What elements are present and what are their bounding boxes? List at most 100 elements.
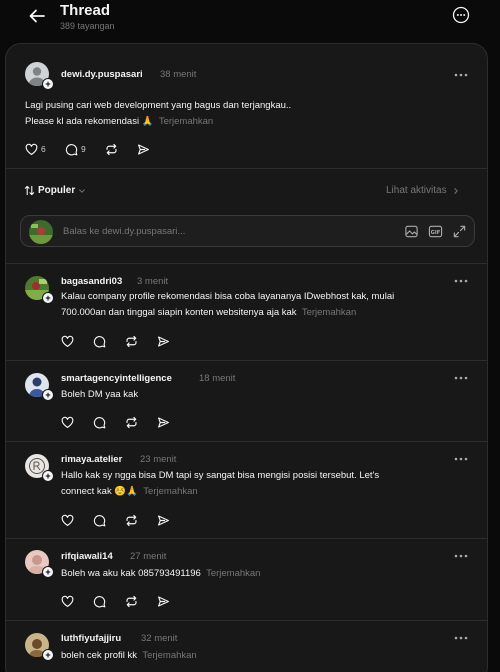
view-count: 389 tayangan [60, 21, 115, 31]
comment-icon [93, 335, 106, 347]
reply-placeholder: Balas ke dewi.dy.puspasari... [63, 226, 186, 237]
divider [6, 360, 487, 361]
translate-link[interactable]: Terjemahkan [159, 116, 213, 127]
comment-button[interactable] [93, 513, 106, 527]
follow-plus-icon[interactable]: + [42, 470, 54, 482]
user-avatar-photo-icon [29, 220, 53, 244]
more-options-icon[interactable] [454, 73, 468, 77]
avatar[interactable]: + [25, 373, 54, 401]
svg-text:GIF: GIF [431, 230, 441, 236]
view-activity-link[interactable]: Lihat aktivitas [386, 185, 460, 196]
divider [6, 168, 487, 169]
avatar[interactable]: + [25, 62, 54, 90]
repost-button[interactable] [125, 513, 138, 527]
reply-text: Boleh wa aku kak 085793491196 Terjemahka… [61, 566, 481, 582]
page-title: Thread [60, 2, 111, 19]
more-options-icon[interactable] [454, 279, 468, 283]
reply-time: 18 menit [199, 373, 236, 384]
comment-count: 9 [81, 144, 86, 154]
chevron-down-icon [79, 188, 86, 193]
expand-icon[interactable] [452, 224, 467, 239]
follow-plus-icon[interactable]: + [42, 566, 54, 578]
sort-dropdown[interactable]: Populer [24, 185, 86, 196]
more-options-icon[interactable] [454, 457, 468, 461]
chevron-right-icon [453, 187, 458, 194]
send-icon [138, 143, 149, 155]
share-button[interactable] [137, 142, 150, 156]
share-button[interactable] [157, 513, 170, 527]
post-username[interactable]: dewi.dy.puspasari [61, 69, 143, 80]
reply-text: boleh cek profil kk Terjemahkan [61, 648, 481, 664]
repost-icon [106, 143, 117, 155]
comment-button[interactable] [93, 334, 106, 348]
like-button[interactable]: 6 [25, 142, 46, 156]
reply-text-line: boleh cek profil kk [61, 650, 138, 661]
translate-link[interactable]: Terjemahkan [302, 307, 356, 318]
reply-username[interactable]: smartagencyintelligence [61, 373, 172, 384]
heart-icon [61, 416, 74, 428]
reply-username[interactable]: rimaya.atelier [61, 454, 122, 465]
reply-text-line: Boleh DM yaa kak [61, 389, 139, 400]
comment-icon [93, 416, 106, 428]
reply-time: 23 menit [140, 454, 177, 465]
reply-time: 27 menit [130, 551, 167, 562]
share-button[interactable] [157, 415, 170, 429]
follow-plus-icon[interactable]: + [42, 78, 54, 90]
repost-icon [126, 335, 137, 347]
avatar[interactable]: + [25, 276, 54, 304]
follow-plus-icon[interactable]: + [42, 292, 54, 304]
follow-plus-icon[interactable]: + [42, 649, 54, 661]
comment-button[interactable] [93, 594, 106, 608]
reply-username[interactable]: bagasandri03 [61, 276, 122, 287]
image-icon[interactable] [404, 224, 419, 239]
avatar [29, 220, 53, 244]
more-options-icon[interactable] [454, 636, 468, 640]
repost-icon [126, 416, 137, 428]
repost-icon [126, 595, 137, 607]
share-button[interactable] [157, 594, 170, 608]
divider [6, 441, 487, 442]
divider [6, 620, 487, 621]
reply-text-line: connect kak ☺️🙏 [61, 486, 138, 497]
repost-button[interactable] [125, 334, 138, 348]
like-button[interactable] [61, 594, 74, 608]
more-options-circle-icon[interactable] [452, 6, 470, 24]
send-icon [158, 335, 169, 347]
top-bar: Thread 389 tayangan [0, 0, 500, 42]
comment-icon [93, 595, 106, 607]
translate-link[interactable]: Terjemahkan [206, 568, 260, 579]
comment-button[interactable] [93, 415, 106, 429]
more-options-icon[interactable] [454, 376, 468, 380]
repost-button[interactable] [125, 594, 138, 608]
reply-username[interactable]: rifqiawali14 [61, 551, 113, 562]
sort-label: Populer [38, 185, 76, 196]
back-arrow-icon[interactable] [27, 6, 47, 26]
send-icon [158, 514, 169, 526]
reply-text: Boleh DM yaa kak [61, 387, 481, 403]
reply-composer[interactable]: Balas ke dewi.dy.puspasari... GIF [20, 215, 475, 247]
heart-icon [61, 335, 74, 347]
like-button[interactable] [61, 334, 74, 348]
translate-link[interactable]: Terjemahkan [143, 486, 197, 497]
follow-plus-icon[interactable]: + [42, 389, 54, 401]
heart-icon [61, 514, 74, 526]
comment-button[interactable]: 9 [65, 142, 86, 156]
post-time: 38 menit [160, 69, 197, 80]
share-button[interactable] [157, 334, 170, 348]
avatar[interactable]: + [25, 550, 54, 578]
sort-arrows-icon [24, 185, 35, 196]
more-options-icon[interactable] [454, 554, 468, 558]
reply-text-line: 700.000an dan tinggal siapin konten webs… [61, 307, 297, 318]
reply-text-line: Kalau company profile rekomendasi bisa c… [61, 291, 395, 302]
repost-button[interactable] [125, 415, 138, 429]
reply-username[interactable]: luthfiyufajjiru [61, 633, 121, 644]
divider [6, 538, 487, 539]
repost-button[interactable] [105, 142, 118, 156]
like-button[interactable] [61, 513, 74, 527]
comment-icon [93, 514, 106, 526]
like-button[interactable] [61, 415, 74, 429]
avatar[interactable]: + [25, 454, 54, 482]
gif-icon[interactable]: GIF [428, 224, 443, 239]
avatar[interactable]: + [25, 633, 54, 661]
translate-link[interactable]: Terjemahkan [142, 650, 196, 661]
